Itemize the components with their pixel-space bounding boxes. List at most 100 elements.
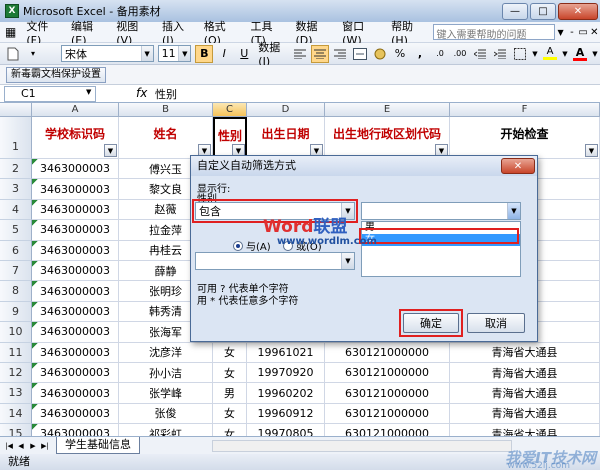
table-cell[interactable]: 3463000003 xyxy=(32,301,119,323)
row-header[interactable]: 13 xyxy=(0,383,32,404)
table-cell[interactable]: 3463000003 xyxy=(32,403,119,425)
table-cell[interactable]: 3463000003 xyxy=(32,281,119,302)
align-right-icon[interactable] xyxy=(331,45,349,63)
next-sheet-icon[interactable]: ▶ xyxy=(28,440,38,452)
formula-input[interactable]: 性别 xyxy=(155,86,177,102)
horizontal-scrollbar[interactable] xyxy=(212,440,512,452)
chevron-down-icon[interactable]: ▼ xyxy=(507,203,520,219)
row-header[interactable]: 1 xyxy=(0,117,32,159)
decrease-decimal-icon[interactable]: .00 xyxy=(451,45,469,63)
table-cell[interactable]: 女 xyxy=(213,363,247,384)
table-cell[interactable]: 630121000000 xyxy=(325,424,450,436)
table-cell[interactable]: 男 xyxy=(213,383,247,404)
close-button[interactable]: ✕ xyxy=(558,2,598,20)
table-cell[interactable]: 孙小洁 xyxy=(119,363,213,384)
row-header[interactable]: 7 xyxy=(0,261,32,282)
comma-style-button[interactable]: , xyxy=(411,45,429,63)
sheet-tab-student-info[interactable]: 学生基础信息 xyxy=(56,437,140,454)
currency-icon[interactable] xyxy=(371,45,389,63)
table-cell[interactable]: 张学峰 xyxy=(119,383,213,404)
workbook-icon[interactable]: ▦ xyxy=(0,25,21,39)
table-cell[interactable]: 沈彦洋 xyxy=(119,342,213,363)
first-sheet-icon[interactable]: |◀ xyxy=(4,440,14,452)
column-header-f[interactable]: F xyxy=(450,103,600,117)
column-header-d[interactable]: D xyxy=(247,103,325,117)
mdi-minimize-button[interactable]: - xyxy=(566,27,577,38)
row-header[interactable]: 12 xyxy=(0,363,32,384)
chevron-down-icon[interactable]: ▼ xyxy=(531,45,539,63)
value1-combo[interactable]: ▼ xyxy=(361,202,521,220)
table-cell[interactable]: 女 xyxy=(213,424,247,436)
name-box[interactable]: C1 xyxy=(4,86,96,102)
table-cell[interactable]: 青海省大通县 xyxy=(450,363,600,384)
mdi-restore-button[interactable]: ▭ xyxy=(578,27,589,38)
table-cell[interactable]: 祁彩虹 xyxy=(119,424,213,436)
row-header[interactable]: 2 xyxy=(0,159,32,180)
increase-indent-icon[interactable] xyxy=(491,45,509,63)
toolbar-options-icon[interactable]: ▾ xyxy=(24,45,42,63)
font-name-combo[interactable]: 宋体 ▼ xyxy=(61,45,154,62)
borders-icon[interactable] xyxy=(511,45,529,63)
align-center-icon[interactable] xyxy=(311,44,329,63)
table-cell[interactable]: 3463000003 xyxy=(32,424,119,436)
column-header-c[interactable]: C xyxy=(213,103,247,117)
row-header[interactable]: 11 xyxy=(0,342,32,363)
table-cell[interactable]: 3463000003 xyxy=(32,383,119,404)
table-cell[interactable]: 19961021 xyxy=(247,342,325,363)
table-cell[interactable]: 3463000003 xyxy=(32,240,119,261)
increase-decimal-icon[interactable]: .0 xyxy=(431,45,449,63)
minimize-button[interactable]: — xyxy=(502,2,528,20)
and-radio-group[interactable]: 与(A) xyxy=(233,238,271,253)
table-cell[interactable]: 630121000000 xyxy=(325,342,450,363)
operator2-select[interactable]: ▼ xyxy=(195,252,355,270)
table-cell[interactable]: 630121000000 xyxy=(325,383,450,404)
row-header[interactable]: 15 xyxy=(0,424,32,436)
table-cell[interactable]: 19960912 xyxy=(247,403,325,425)
last-sheet-icon[interactable]: ▶| xyxy=(40,440,50,452)
table-cell[interactable]: 青海省大通县 xyxy=(450,342,600,363)
chevron-down-icon[interactable]: ▼ xyxy=(591,45,599,63)
table-cell[interactable]: 3463000003 xyxy=(32,159,119,180)
row-header[interactable]: 4 xyxy=(0,199,32,221)
autofilter-dropdown-icon[interactable]: ▼ xyxy=(585,144,598,157)
row-header[interactable]: 5 xyxy=(0,220,32,241)
table-cell[interactable]: 3463000003 xyxy=(32,261,119,282)
row-header[interactable]: 10 xyxy=(0,322,32,343)
table-cell[interactable]: 19970920 xyxy=(247,363,325,384)
table-cell[interactable]: 19960202 xyxy=(247,383,325,404)
table-cell[interactable]: 张俊 xyxy=(119,403,213,425)
new-document-icon[interactable] xyxy=(4,45,22,63)
font-color-button[interactable]: A xyxy=(571,45,589,63)
chevron-down-icon[interactable]: ▼ xyxy=(341,253,354,269)
table-cell[interactable]: 3463000003 xyxy=(32,363,119,384)
table-cell[interactable]: 3463000003 xyxy=(32,342,119,363)
table-cell[interactable]: 630121000000 xyxy=(325,363,450,384)
underline-button[interactable]: U xyxy=(235,45,253,63)
table-cell[interactable]: 女 xyxy=(213,342,247,363)
document-protect-button[interactable]: 新毒霸文档保护设置 xyxy=(6,67,106,83)
function-icon[interactable]: fx xyxy=(136,86,147,100)
table-cell[interactable]: 19970805 xyxy=(247,424,325,436)
column-header-e[interactable]: E xyxy=(325,103,450,117)
merge-center-icon[interactable] xyxy=(351,45,369,63)
mdi-close-button[interactable]: ✕ xyxy=(589,27,600,38)
chevron-down-icon[interactable]: ▼ xyxy=(561,45,569,63)
table-cell[interactable]: 3463000003 xyxy=(32,220,119,241)
row-header[interactable]: 14 xyxy=(0,403,32,425)
align-left-icon[interactable] xyxy=(291,45,309,63)
decrease-indent-icon[interactable] xyxy=(471,45,489,63)
fill-color-button[interactable]: A xyxy=(541,45,559,63)
table-cell[interactable]: 青海省大通县 xyxy=(450,383,600,404)
row-header[interactable]: 6 xyxy=(0,240,32,261)
chevron-down-icon[interactable]: ▼ xyxy=(178,46,191,61)
column-header-b[interactable]: B xyxy=(119,103,213,117)
table-cell[interactable]: 女 xyxy=(213,403,247,425)
and-radio[interactable] xyxy=(233,240,243,251)
header-cell[interactable]: 开始检查 xyxy=(450,117,600,159)
row-header[interactable]: 3 xyxy=(0,179,32,200)
table-cell[interactable]: 3463000003 xyxy=(32,179,119,200)
data-menu-button[interactable]: 数据(I) xyxy=(255,41,289,68)
table-cell[interactable]: 630121000000 xyxy=(325,403,450,425)
help-search-input[interactable]: 键入需要帮助的问题 xyxy=(432,24,555,41)
chevron-down-icon[interactable]: ▼ xyxy=(140,46,153,61)
